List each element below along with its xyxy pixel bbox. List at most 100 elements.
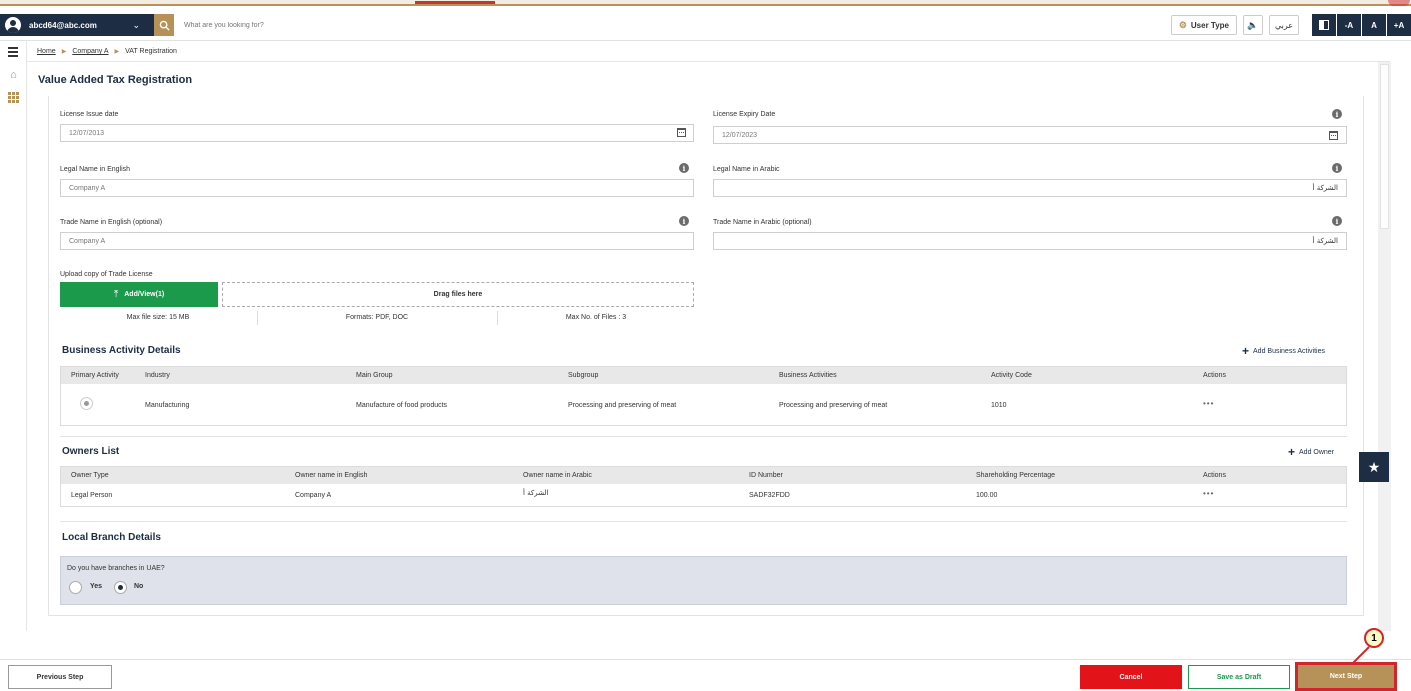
- footer-actions: Previous Step Cancel Save as Draft Next …: [0, 659, 1411, 691]
- branches-question: Do you have branches in UAE?: [67, 565, 165, 572]
- owners-list-title: Owners List: [62, 446, 120, 457]
- breadcrumb-home[interactable]: Home: [37, 48, 56, 55]
- menu-icon[interactable]: [7, 46, 20, 58]
- favorite-star-button[interactable]: ★: [1359, 452, 1389, 482]
- add-view-upload-button[interactable]: ⤒ Add/View(1): [60, 282, 218, 307]
- search-icon: [159, 20, 170, 31]
- upload-max-files: Max No. of Files : 3: [565, 314, 627, 321]
- col-owner-type: Owner Type: [71, 472, 109, 479]
- form-card: [48, 96, 1364, 616]
- table-row: Manufacturing Manufacture of food produc…: [61, 384, 1346, 425]
- file-dropzone[interactable]: Drag files here: [222, 282, 694, 307]
- upload-icon: ⤒: [113, 289, 119, 300]
- legal-name-ar-input[interactable]: الشركة أ: [713, 179, 1347, 197]
- row-actions-menu[interactable]: •••: [1203, 399, 1214, 408]
- branches-yes-radio[interactable]: [69, 581, 82, 594]
- star-icon: ★: [1367, 458, 1381, 475]
- logo-mark: [415, 0, 495, 4]
- legal-name-en-input[interactable]: Company A: [60, 179, 694, 197]
- previous-step-button[interactable]: Previous Step: [8, 665, 112, 689]
- section-divider: [60, 436, 1347, 437]
- text-to-speech-button[interactable]: 🔈: [1243, 15, 1263, 35]
- branches-no-radio[interactable]: [114, 581, 127, 594]
- row-actions-menu[interactable]: •••: [1203, 489, 1214, 498]
- col-owner-name-ar: Owner name in Arabic: [523, 472, 592, 479]
- font-increase-button[interactable]: +A: [1387, 14, 1411, 36]
- top-header: abcd64@abc.com ⌄ ⚙ User Type 🔈 عربي -A A…: [0, 8, 1411, 41]
- cell-owner-type: Legal Person: [71, 492, 113, 499]
- col-subgroup: Subgroup: [568, 372, 599, 379]
- plus-icon: +: [1242, 344, 1250, 358]
- add-owner-button[interactable]: + Add Owner: [1288, 445, 1334, 459]
- table-header: Primary Activity Industry Main Group Sub…: [61, 367, 1346, 384]
- cell-main-group: Manufacture of food products: [356, 402, 448, 409]
- cancel-button[interactable]: Cancel: [1080, 665, 1182, 689]
- branches-no-label: No: [134, 583, 144, 590]
- info-icon[interactable]: i: [1332, 109, 1342, 119]
- cell-industry: Manufacturing: [145, 402, 190, 409]
- breadcrumb-divider: [27, 61, 1390, 62]
- breadcrumb-separator-icon: ▶: [61, 49, 67, 55]
- calendar-icon[interactable]: [1329, 131, 1338, 140]
- font-decrease-button[interactable]: -A: [1337, 14, 1361, 36]
- col-industry: Industry: [145, 372, 170, 379]
- upload-label: Upload copy of Trade License: [60, 271, 153, 278]
- plus-icon: +: [1288, 445, 1296, 459]
- col-main-group: Main Group: [356, 372, 393, 379]
- info-icon[interactable]: i: [679, 216, 689, 226]
- breadcrumb-separator-icon: ▶: [114, 49, 120, 55]
- license-issue-input[interactable]: 12/07/2013: [60, 124, 694, 142]
- save-draft-button[interactable]: Save as Draft: [1188, 665, 1290, 689]
- user-email: abcd64@abc.com: [29, 20, 97, 30]
- add-owner-label: Add Owner: [1299, 448, 1335, 456]
- user-type-button[interactable]: ⚙ User Type: [1170, 15, 1237, 35]
- page-title: Value Added Tax Registration: [38, 74, 193, 86]
- cell-owner-name-en: Company A: [295, 492, 332, 499]
- user-menu[interactable]: abcd64@abc.com ⌄: [0, 14, 154, 36]
- scrollbar-thumb[interactable]: [1380, 64, 1389, 229]
- business-activity-title: Business Activity Details: [62, 345, 181, 356]
- breadcrumb-company[interactable]: Company A: [72, 48, 108, 55]
- add-business-activities-label: Add Business Activities: [1253, 347, 1325, 355]
- language-toggle[interactable]: عربي: [1269, 15, 1299, 35]
- cell-subgroup: Processing and preserving of meat: [568, 402, 677, 409]
- col-activity-code: Activity Code: [991, 372, 1032, 379]
- chevron-down-icon[interactable]: ⌄: [132, 20, 140, 31]
- contrast-toggle[interactable]: [1312, 14, 1336, 36]
- col-owner-name-en: Owner name in English: [295, 472, 368, 479]
- next-step-button[interactable]: Next Step: [1295, 662, 1397, 691]
- breadcrumb-current: VAT Registration: [125, 48, 177, 55]
- info-icon[interactable]: i: [679, 163, 689, 173]
- owners-table: Owner Type Owner name in English Owner n…: [60, 466, 1347, 507]
- search-button[interactable]: [154, 14, 174, 36]
- gear-icon: ⚙: [1178, 19, 1187, 30]
- breadcrumb: Home ▶ Company A ▶ VAT Registration: [37, 48, 177, 55]
- home-icon[interactable]: ⌂: [7, 69, 20, 81]
- section-divider: [60, 521, 1347, 522]
- primary-activity-radio[interactable]: [80, 397, 93, 410]
- calendar-icon[interactable]: [677, 128, 686, 137]
- trade-name-ar-input[interactable]: الشركة أ: [713, 232, 1347, 250]
- info-icon[interactable]: i: [1332, 163, 1342, 173]
- license-expiry-input[interactable]: 12/07/2023: [713, 126, 1347, 144]
- business-activity-table: Primary Activity Industry Main Group Sub…: [60, 366, 1347, 426]
- add-business-activities-button[interactable]: + Add Business Activities: [1242, 344, 1325, 358]
- col-shareholding: Shareholding Percentage: [976, 472, 1056, 479]
- branches-question-box: Do you have branches in UAE? Yes No: [60, 556, 1347, 605]
- upload-button-label: Add/View(1): [124, 291, 165, 298]
- upload-formats: Formats: PDF, DOC: [345, 314, 409, 321]
- col-actions: Actions: [1203, 472, 1226, 479]
- col-primary-activity: Primary Activity: [71, 372, 119, 379]
- cell-id-number: SADF32FDD: [749, 492, 790, 499]
- left-sidebar: ⌂: [0, 41, 27, 631]
- legal-name-en-label: Legal Name in English: [60, 166, 131, 173]
- license-expiry-label: License Expiry Date: [713, 111, 776, 118]
- info-icon[interactable]: i: [1332, 216, 1342, 226]
- top-brand-strip: [0, 0, 1411, 6]
- apps-grid-icon[interactable]: [7, 91, 20, 103]
- font-normal-button[interactable]: A: [1362, 14, 1386, 36]
- search-input[interactable]: [176, 14, 876, 36]
- trade-name-en-input[interactable]: Company A: [60, 232, 694, 250]
- local-branch-title: Local Branch Details: [62, 532, 161, 543]
- contrast-icon: [1319, 20, 1329, 30]
